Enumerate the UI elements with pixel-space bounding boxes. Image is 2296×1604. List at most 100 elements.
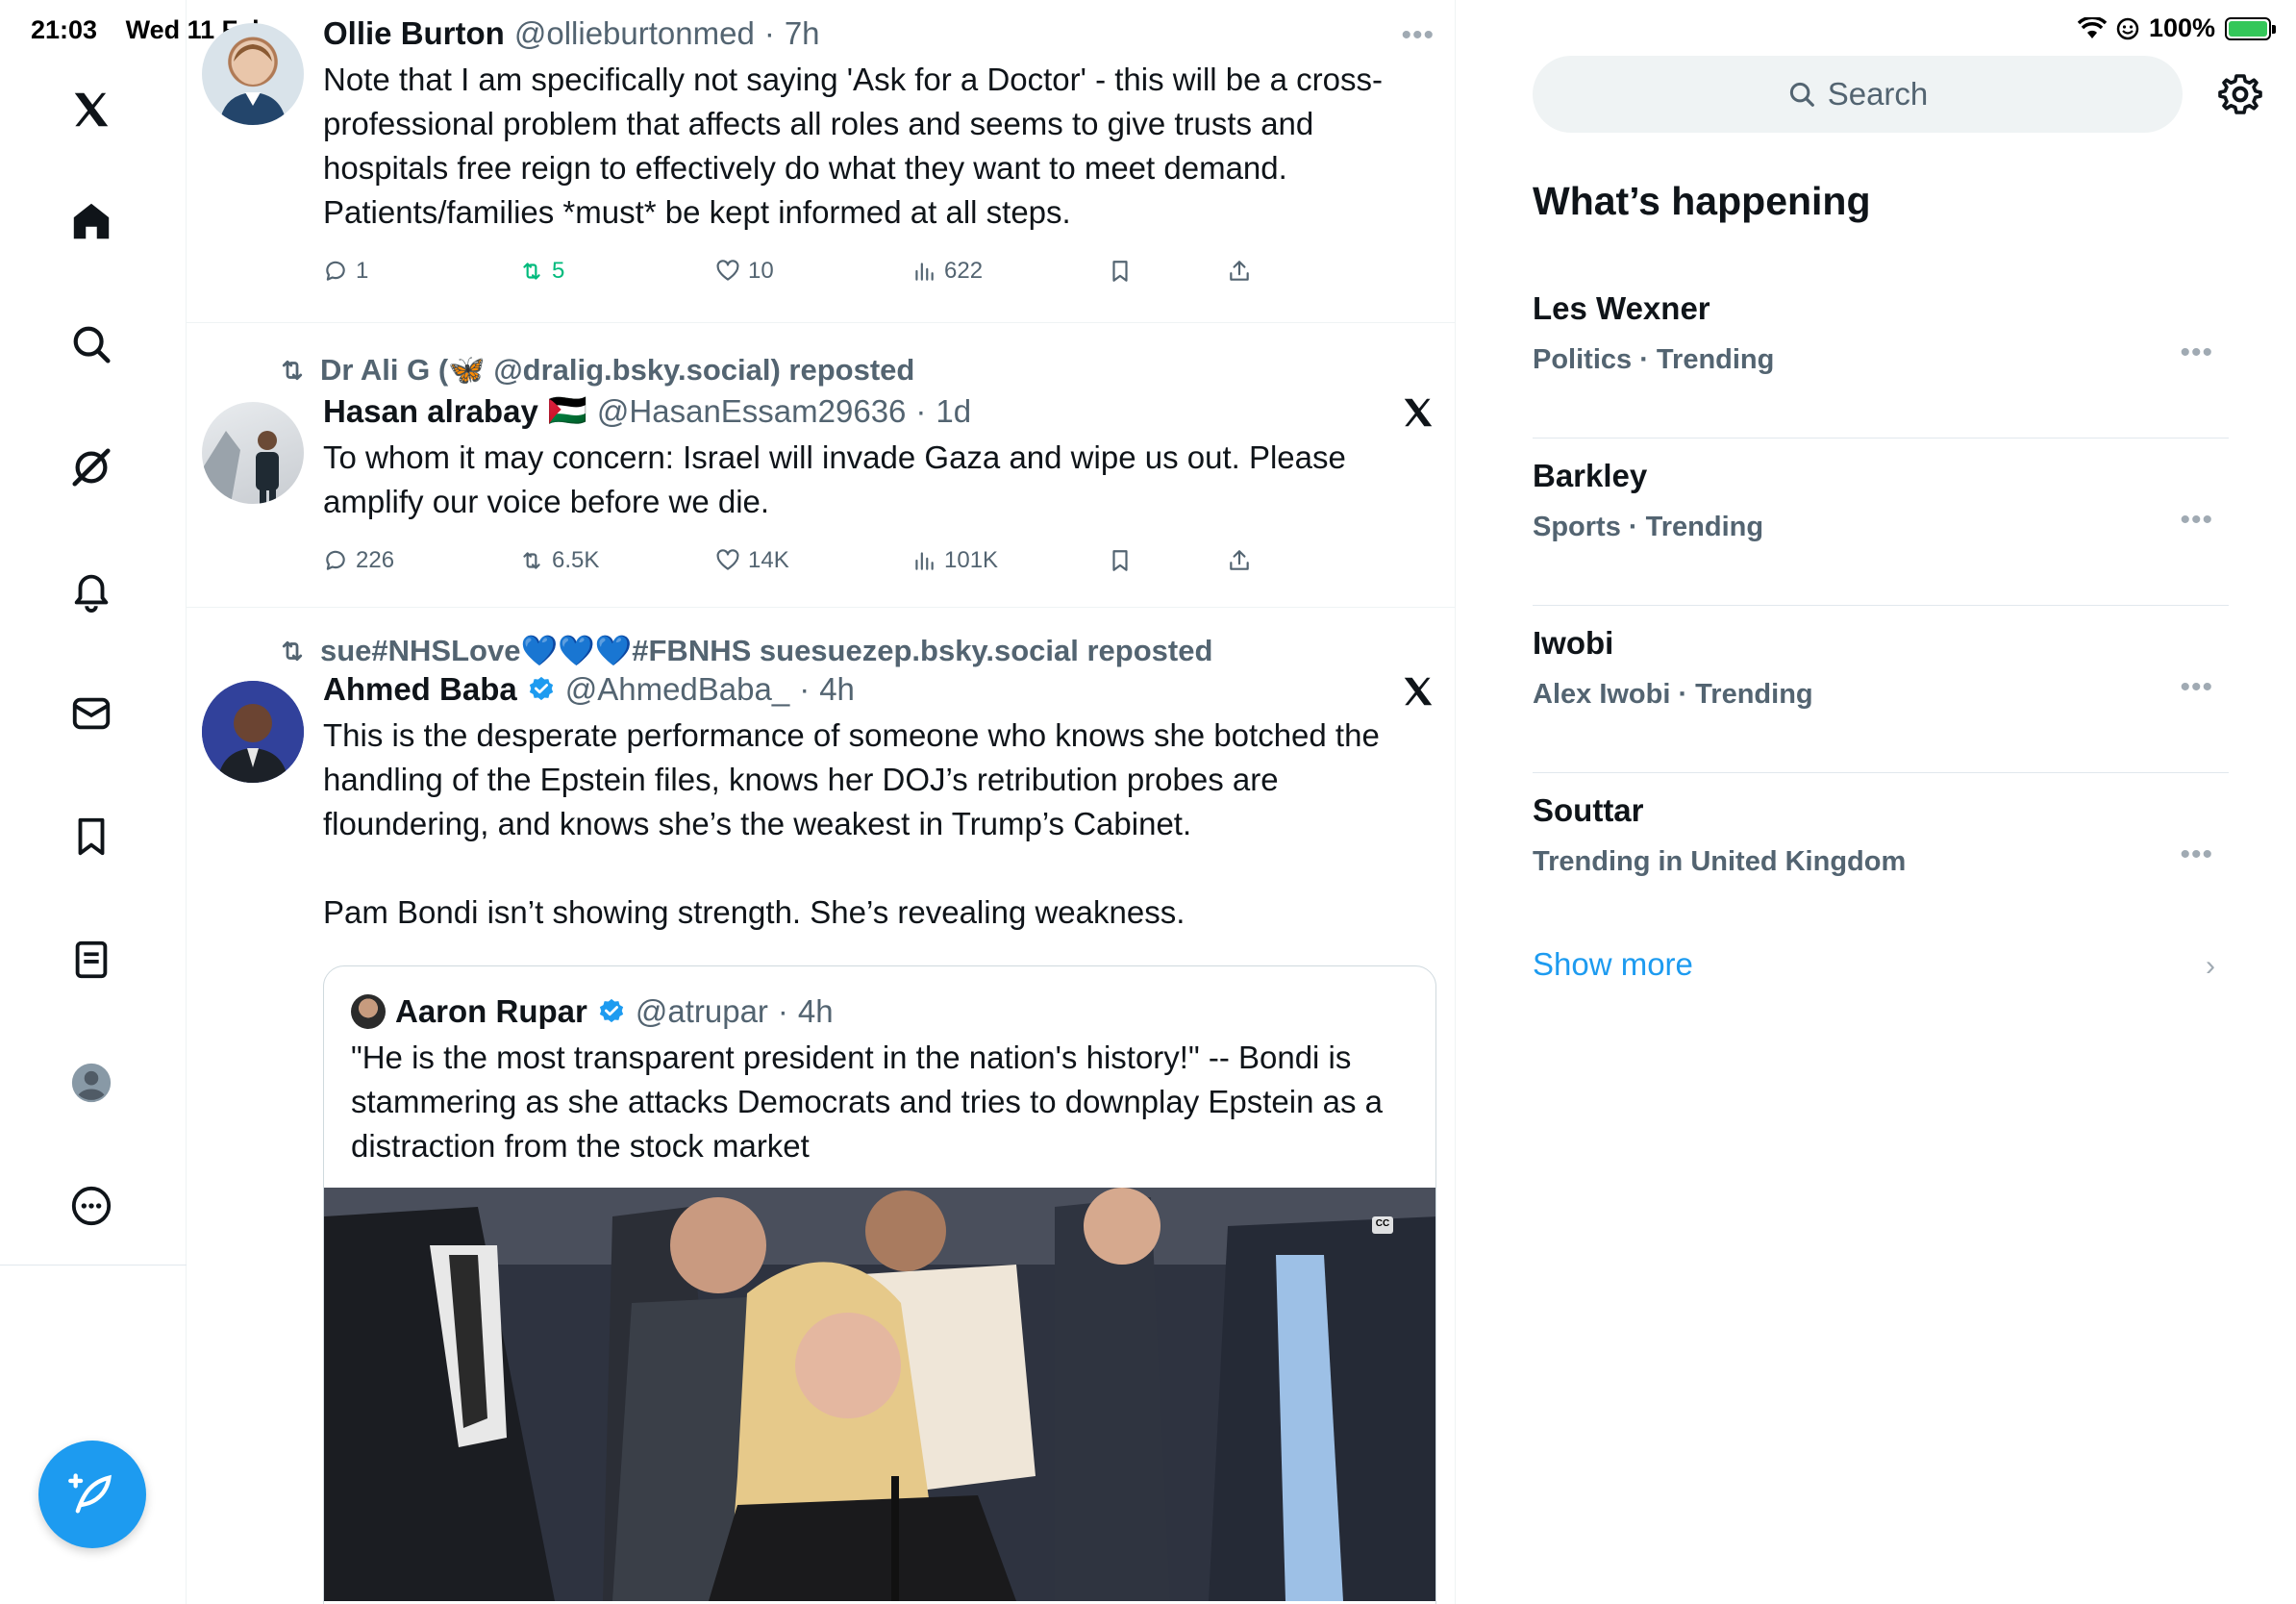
repost-count: 6.5K: [552, 547, 600, 573]
grok-icon[interactable]: [61, 437, 122, 498]
gear-icon[interactable]: [2217, 71, 2263, 117]
trend-title: Souttar: [1533, 792, 1644, 828]
nav-divider: [0, 1265, 187, 1266]
x-logo-icon[interactable]: [1400, 673, 1436, 710]
tweet[interactable]: sue#NHSLove💙💙💙#FBNHS suesuezep.bsky.soci…: [187, 608, 1455, 1604]
tweet-time[interactable]: 4h: [819, 671, 855, 708]
share-button[interactable]: [1227, 548, 1423, 573]
home-icon[interactable]: [61, 190, 122, 252]
heart-icon: [716, 260, 739, 281]
battery-percent: 100%: [2148, 13, 2215, 42]
focus-mode-icon: [2116, 17, 2139, 39]
bookmark-icon: [1112, 261, 1128, 282]
tweet-content: Ahmed Baba @AhmedBaba_ · 4h This is the …: [323, 671, 1436, 935]
author-name[interactable]: Ollie Burton: [323, 15, 505, 52]
repost-icon: [523, 552, 540, 569]
tweet-text: Note that I am specifically not saying '…: [323, 62, 1384, 230]
profile-avatar-icon[interactable]: [61, 1052, 122, 1114]
dot-separator: ·: [763, 15, 775, 51]
video-frame-image: [324, 1188, 1435, 1601]
views-button[interactable]: 101K: [911, 547, 1108, 574]
view-count: 622: [944, 258, 984, 284]
bookmark-button[interactable]: [1108, 548, 1227, 573]
reply-icon: [326, 550, 345, 570]
dot-separator: ·: [799, 671, 811, 707]
more-icon[interactable]: [61, 1175, 122, 1237]
chevron-right-icon[interactable]: ›: [2206, 950, 2215, 983]
quoted-tweet-header: Aaron Rupar @atrupar · 4h: [324, 966, 1435, 1030]
tweet-content: Ollie Burton @ollieburtonmed · 7h Note t…: [323, 15, 1436, 290]
reply-button[interactable]: 226: [323, 547, 519, 574]
share-button[interactable]: [1227, 259, 1423, 284]
heart-icon: [716, 549, 739, 570]
reply-count: 226: [356, 547, 395, 573]
search-placeholder: Search: [1827, 76, 1929, 112]
tweet-time[interactable]: 1d: [936, 393, 971, 430]
repost-attribution[interactable]: Dr Ali G (🦋 @dralig.bsky.social) reposte…: [278, 352, 914, 388]
repost-icon: [523, 263, 540, 280]
views-chart-icon: [915, 263, 934, 281]
repost-button[interactable]: 6.5K: [519, 547, 715, 574]
avatar[interactable]: [202, 681, 304, 783]
author-name-suffix: 🇵🇸: [547, 392, 587, 428]
bookmark-button[interactable]: [1108, 259, 1227, 284]
quoted-tweet[interactable]: Aaron Rupar @atrupar · 4h "He is the mos…: [323, 965, 1436, 1604]
share-icon: [1230, 261, 1249, 281]
author-name[interactable]: Ahmed Baba: [323, 671, 517, 708]
battery-icon: [2225, 16, 2276, 40]
verified-badge-icon: [599, 998, 623, 1023]
messages-icon[interactable]: [61, 683, 122, 744]
quoted-avatar[interactable]: [351, 994, 386, 1029]
bookmark-icon: [1112, 550, 1128, 571]
like-count: 10: [748, 258, 774, 284]
author-handle[interactable]: @ollieburtonmed: [514, 15, 755, 52]
whats-happening-heading: What’s happening: [1533, 179, 1871, 223]
tweet-more-icon[interactable]: •••: [1401, 19, 1435, 52]
show-more-link[interactable]: Show more: [1533, 946, 1693, 983]
compose-button[interactable]: [38, 1441, 146, 1548]
x-logo-icon[interactable]: [61, 79, 122, 140]
author-handle[interactable]: @AhmedBaba_: [565, 671, 789, 708]
trend-title: Les Wexner: [1533, 290, 1710, 326]
quoted-video[interactable]: CC: [324, 1188, 1435, 1601]
trend-meta: Politics · Trending: [1533, 344, 1775, 375]
quoted-author-name[interactable]: Aaron Rupar: [395, 993, 587, 1030]
view-count: 101K: [944, 547, 999, 573]
repost-attribution[interactable]: sue#NHSLove💙💙💙#FBNHS suesuezep.bsky.soci…: [278, 633, 1212, 668]
bookmarks-icon[interactable]: [61, 806, 122, 867]
reply-button[interactable]: 1: [323, 258, 519, 285]
search-input[interactable]: Search: [1533, 56, 2183, 133]
x-logo-icon[interactable]: [1400, 394, 1436, 431]
trend-more-icon[interactable]: •••: [2180, 337, 2213, 369]
repost-button[interactable]: 5: [519, 258, 715, 285]
like-button[interactable]: 10: [715, 258, 911, 285]
trend-item[interactable]: Barkley Sports · Trending •••: [1533, 439, 2229, 606]
tweet-time[interactable]: 7h: [785, 15, 820, 52]
quoted-tweet-time[interactable]: 4h: [798, 993, 834, 1030]
notifications-bell-icon[interactable]: [61, 560, 122, 621]
avatar[interactable]: [202, 23, 304, 125]
dot-separator: ·: [777, 993, 788, 1029]
quoted-author-handle[interactable]: @atrupar: [636, 993, 768, 1030]
trend-item[interactable]: Iwobi Alex Iwobi · Trending •••: [1533, 606, 2229, 773]
lists-icon[interactable]: [61, 929, 122, 990]
search-icon[interactable]: [61, 313, 122, 375]
trend-more-icon[interactable]: •••: [2180, 839, 2213, 871]
views-chart-icon: [915, 552, 934, 570]
views-button[interactable]: 622: [911, 258, 1108, 285]
trend-meta: Sports · Trending: [1533, 512, 1764, 542]
author-name[interactable]: Hasan alrabay: [323, 393, 538, 430]
tweet-header: Ahmed Baba @AhmedBaba_ · 4h: [323, 671, 1436, 708]
tweet-actions: 226 6.5K 14K 101K: [323, 541, 1436, 580]
trend-more-icon[interactable]: •••: [2180, 671, 2213, 704]
author-handle[interactable]: @HasanEssam29636: [597, 393, 907, 430]
closed-captions-icon[interactable]: CC: [1374, 1218, 1391, 1229]
trend-item[interactable]: Les Wexner Politics · Trending •••: [1533, 271, 2229, 439]
tweet[interactable]: Dr Ali G (🦋 @dralig.bsky.social) reposte…: [187, 323, 1455, 608]
avatar[interactable]: [202, 402, 304, 504]
tweet-header: Ollie Burton @ollieburtonmed · 7h: [323, 15, 1436, 52]
like-button[interactable]: 14K: [715, 547, 911, 574]
trend-item[interactable]: Souttar Trending in United Kingdom •••: [1533, 773, 2229, 940]
trend-more-icon[interactable]: •••: [2180, 504, 2213, 537]
tweet[interactable]: Ollie Burton @ollieburtonmed · 7h Note t…: [187, 0, 1455, 323]
